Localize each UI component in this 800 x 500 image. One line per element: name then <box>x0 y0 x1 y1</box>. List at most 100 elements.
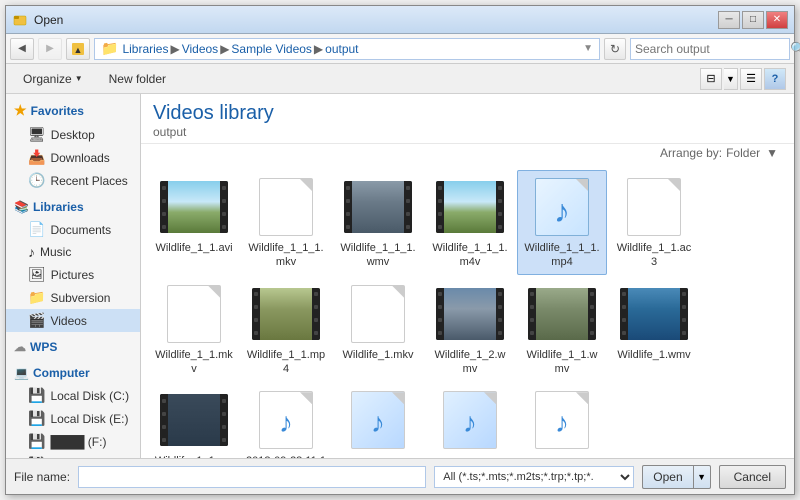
file-item-1[interactable]: Wildlife_1_1_1.mkv <box>241 170 331 275</box>
sidebar-f-label: ████ (F:) <box>50 435 106 449</box>
sidebar-item-documents[interactable]: 📄 Documents <box>6 218 140 241</box>
open-split-button: Open ▼ <box>642 465 710 489</box>
file-thumb-8 <box>343 284 413 344</box>
sidebar-videos-label: Videos <box>50 314 86 328</box>
path-output[interactable]: output <box>325 42 358 56</box>
file-item-5[interactable]: Wildlife_1_1.ac3 <box>609 170 699 275</box>
path-videos[interactable]: Videos <box>182 42 218 56</box>
favorites-label: Favorites <box>31 104 84 118</box>
view-button-1[interactable]: ⊟ <box>700 68 722 90</box>
organize-arrow: ▼ <box>75 74 83 83</box>
file-item-6[interactable]: Wildlife_1_1.mkv <box>149 277 239 382</box>
sidebar-item-desktop[interactable]: 🖥 Desktop <box>6 123 140 146</box>
close-button[interactable]: ✕ <box>766 11 788 29</box>
window-controls: ─ □ ✕ <box>718 11 788 29</box>
file-item-10[interactable]: Wildlife_1_1.wmv <box>517 277 607 382</box>
back-button[interactable]: ◀ <box>10 38 34 60</box>
file-name-5: Wildlife_1_1.ac3 <box>614 241 694 270</box>
disk-c-icon: 💾 <box>28 387 45 404</box>
new-folder-button[interactable]: New folder <box>100 68 175 90</box>
file-item-9[interactable]: Wildlife_1_2.wmv <box>425 277 515 382</box>
file-item-4[interactable]: ♪ Wildlife_1_1_1.mp4 <box>517 170 607 275</box>
library-title: Videos library <box>153 102 782 125</box>
file-item-12[interactable]: Wildlife_1_1.mp4 <box>149 383 239 458</box>
minimize-button[interactable]: ─ <box>718 11 740 29</box>
wps-header[interactable]: ☁ WPS <box>6 336 140 358</box>
computer-label: Computer <box>33 366 90 380</box>
file-thumb-2 <box>343 177 413 237</box>
sidebar-item-downloads[interactable]: 📥 Downloads <box>6 146 140 169</box>
libraries-section: 📚 Libraries 📄 Documents ♪ Music 🖼 Pictur… <box>6 196 140 332</box>
arrange-bar: Arrange by: Folder ▼ <box>141 144 794 162</box>
file-thumb-0 <box>159 177 229 237</box>
file-thumb-13: ♪ <box>251 390 321 450</box>
view-dropdown[interactable]: ▼ <box>724 68 738 90</box>
sidebar-item-c[interactable]: 💾 Local Disk (C:) <box>6 384 140 407</box>
up-button[interactable]: ▲ <box>66 38 90 60</box>
address-path[interactable]: 📁 Libraries ▶ Videos ▶ Sample Videos ▶ o… <box>94 38 600 60</box>
file-name-7: Wildlife_1_1.mp4 <box>246 348 326 377</box>
media-note3-icon: ♪ <box>463 409 477 437</box>
file-thumb-16: ♪ <box>527 390 597 450</box>
file-item-0[interactable]: Wildlife_1_1.avi <box>149 170 239 275</box>
file-item-8[interactable]: Wildlife_1.mkv <box>333 277 423 382</box>
file-item-3[interactable]: Wildlife_1_1_1.m4v <box>425 170 515 275</box>
sidebar-e-label: Local Disk (E:) <box>50 412 128 426</box>
path-sample[interactable]: Sample Videos <box>231 42 312 56</box>
bottom-bar: File name: All (*.ts;*.mts;*.m2ts;*.trp;… <box>6 458 794 494</box>
wps-section: ☁ WPS <box>6 336 140 358</box>
sidebar-item-music[interactable]: ♪ Music <box>6 241 140 263</box>
file-item-7[interactable]: Wildlife_1_1.mp4 <box>241 277 331 382</box>
details-view-button[interactable]: ☰ <box>740 68 762 90</box>
file-header: Videos library output <box>141 94 794 144</box>
libraries-header[interactable]: 📚 Libraries <box>6 196 140 218</box>
media-note2-icon: ♪ <box>371 409 385 437</box>
sidebar-item-e[interactable]: 💾 Local Disk (E:) <box>6 407 140 430</box>
arrange-arrow: ▼ <box>766 146 778 160</box>
media-note-icon: ♪ <box>279 409 293 437</box>
filetype-select[interactable]: All (*.ts;*.mts;*.m2ts;*.trp;*.tp;*. <box>434 466 634 488</box>
sidebar-item-recent[interactable]: 🕒 Recent Places <box>6 169 140 192</box>
file-item-16[interactable]: ♪ <box>517 383 607 458</box>
sidebar-item-subversion[interactable]: 📁 Subversion <box>6 286 140 309</box>
refresh-button[interactable]: ↻ <box>604 38 626 60</box>
window-icon <box>12 12 28 28</box>
cancel-button[interactable]: Cancel <box>719 465 786 489</box>
file-name-9: Wildlife_1_2.wmv <box>430 348 510 377</box>
help-button[interactable]: ? <box>764 68 786 90</box>
file-item-15[interactable]: ♪ <box>425 383 515 458</box>
svg-text:▲: ▲ <box>74 45 83 55</box>
file-thumb-15: ♪ <box>435 390 505 450</box>
file-item-2[interactable]: Wildlife_1_1_1.wmv <box>333 170 423 275</box>
view-controls: ⊟ ▼ ☰ ? <box>700 68 786 90</box>
file-thumb-9 <box>435 284 505 344</box>
arrange-button[interactable]: Folder ▼ <box>726 146 782 160</box>
music-icon: ♪ <box>28 244 35 260</box>
arrange-value: Folder <box>726 146 760 160</box>
open-button[interactable]: Open <box>642 465 692 489</box>
file-name-8: Wildlife_1.mkv <box>343 348 414 362</box>
libraries-label: Libraries <box>33 200 84 214</box>
sidebar-c-label: Local Disk (C:) <box>50 389 129 403</box>
forward-button[interactable]: ▶ <box>38 38 62 60</box>
title-bar: Open ─ □ ✕ <box>6 6 794 34</box>
file-item-14[interactable]: ♪ <box>333 383 423 458</box>
file-item-11[interactable]: Wildlife_1.wmv <box>609 277 699 382</box>
sidebar-item-f[interactable]: 💾 ████ (F:) <box>6 430 140 453</box>
sidebar-item-pictures[interactable]: 🖼 Pictures <box>6 263 140 286</box>
open-arrow-button[interactable]: ▼ <box>693 465 711 489</box>
maximize-button[interactable]: □ <box>742 11 764 29</box>
file-thumb-10 <box>527 284 597 344</box>
file-item-13[interactable]: ♪ 2018-09-28 11.17.10.mp4 <box>241 383 331 458</box>
search-input[interactable] <box>635 42 790 56</box>
organize-button[interactable]: Organize ▼ <box>14 68 92 90</box>
file-name-6: Wildlife_1_1.mkv <box>154 348 234 377</box>
computer-header[interactable]: 💻 Computer <box>6 362 140 384</box>
arrange-label: Arrange by: <box>660 146 722 160</box>
sidebar-item-videos[interactable]: 🎬 Videos <box>6 309 140 332</box>
favorites-header[interactable]: ★ Favorites <box>6 98 140 123</box>
path-libraries[interactable]: Libraries <box>122 42 168 56</box>
file-thumb-3 <box>435 177 505 237</box>
filename-input[interactable] <box>78 466 426 488</box>
main-content: ★ Favorites 🖥 Desktop 📥 Downloads 🕒 Rece… <box>6 94 794 458</box>
